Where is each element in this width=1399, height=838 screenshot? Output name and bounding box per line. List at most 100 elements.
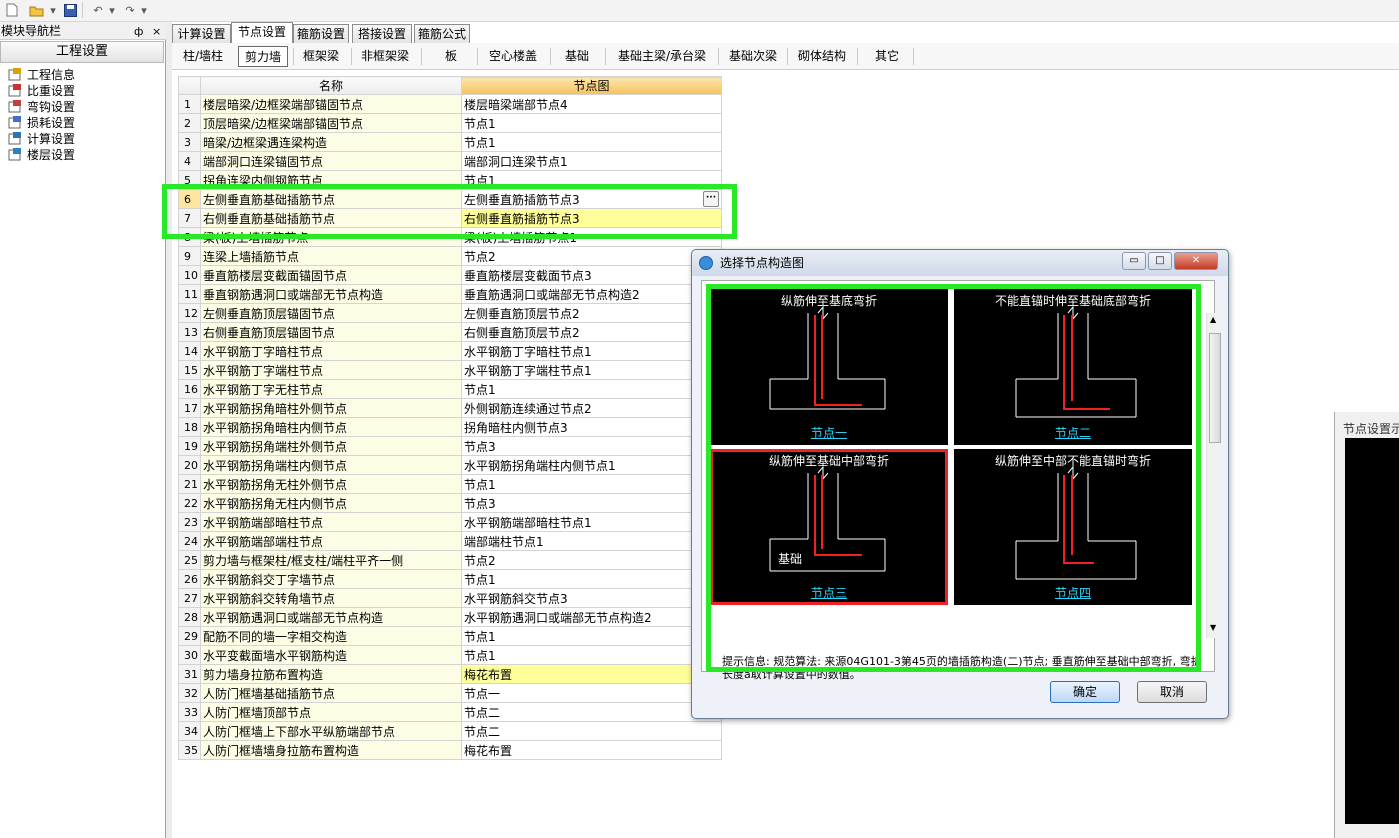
row-number[interactable]: 25 xyxy=(178,550,201,570)
cell-node[interactable]: 节点1 xyxy=(461,132,722,152)
nav-item[interactable]: 比重设置 xyxy=(8,82,75,98)
open-folder-icon[interactable] xyxy=(26,2,48,18)
cell-node[interactable]: 节点一 xyxy=(461,683,722,703)
cell-node[interactable]: 节点3 xyxy=(461,493,722,513)
cell-node[interactable]: 梅花布置 xyxy=(461,740,722,760)
cell-name[interactable]: 水平钢筋遇洞口或端部无节点构造 xyxy=(200,607,462,627)
table-row[interactable]: 24 水平钢筋端部端柱节点 端部端柱节点1 xyxy=(178,531,722,551)
table-row[interactable]: 21 水平钢筋拐角无柱外侧节点 节点1 xyxy=(178,474,722,494)
row-number[interactable]: 1 xyxy=(178,94,201,114)
tab-node-settings[interactable]: 节点设置 xyxy=(231,22,293,43)
table-row[interactable]: 4 端部洞口连梁锚固节点 端部洞口连梁节点1 xyxy=(178,151,722,171)
row-number[interactable]: 17 xyxy=(178,398,201,418)
maximize-icon[interactable]: □ xyxy=(1148,252,1172,270)
cell-name[interactable]: 右侧垂直筋顶层锚固节点 xyxy=(200,322,462,342)
cell-node[interactable]: 节点1 xyxy=(461,379,722,399)
table-row[interactable]: 28 水平钢筋遇洞口或端部无节点构造 水平钢筋遇洞口或端部无节点构造2 xyxy=(178,607,722,627)
cell-name[interactable]: 水平变截面墙水平钢筋构造 xyxy=(200,645,462,665)
scroll-up-icon[interactable]: ▲ xyxy=(1210,315,1216,324)
table-row[interactable]: 23 水平钢筋端部暗柱节点 水平钢筋端部暗柱节点1 xyxy=(178,512,722,532)
subtab-hollow-floor[interactable]: 空心楼盖 xyxy=(484,46,542,67)
subtab-masonry[interactable]: 砌体结构 xyxy=(794,46,850,67)
cell-node[interactable]: 端部洞口连梁节点1 xyxy=(461,151,722,171)
tab-calc-settings[interactable]: 计算设置 xyxy=(172,24,231,43)
table-row[interactable]: 11 垂直钢筋遇洞口或端部无节点构造 垂直筋遇洞口或端部无节点构造2 xyxy=(178,284,722,304)
table-row[interactable]: 2 顶层暗梁/边框梁端部锚固节点 节点1 xyxy=(178,113,722,133)
cell-node[interactable]: 节点1 xyxy=(461,113,722,133)
cell-node[interactable]: 节点二 xyxy=(461,721,722,741)
table-row[interactable]: 12 左侧垂直筋顶层锚固节点 左侧垂直筋顶层节点2 xyxy=(178,303,722,323)
cell-node[interactable]: 左侧垂直筋顶层节点2 xyxy=(461,303,722,323)
column-header-node[interactable]: 节点图 xyxy=(461,76,722,95)
row-number[interactable]: 9 xyxy=(178,246,201,266)
row-number[interactable]: 18 xyxy=(178,417,201,437)
table-row[interactable]: 1 楼层暗梁/边框梁端部锚固节点 楼层暗梁端部节点4 xyxy=(178,94,722,114)
nav-item[interactable]: 损耗设置 xyxy=(8,114,75,130)
cell-node[interactable]: 水平钢筋端部暗柱节点1 xyxy=(461,512,722,532)
cell-name[interactable]: 楼层暗梁/边框梁端部锚固节点 xyxy=(200,94,462,114)
row-number[interactable]: 24 xyxy=(178,531,201,551)
cell-name[interactable]: 水平钢筋拐角端柱外侧节点 xyxy=(200,436,462,456)
table-row[interactable]: 31 剪力墙身拉筋布置构造 梅花布置 xyxy=(178,664,722,684)
cell-name[interactable]: 剪力墙身拉筋布置构造 xyxy=(200,664,462,684)
row-number[interactable]: 13 xyxy=(178,322,201,342)
close-icon[interactable]: ✕ xyxy=(1174,252,1218,270)
tab-stirrup-settings[interactable]: 箍筋设置 xyxy=(293,24,349,43)
row-number[interactable]: 10 xyxy=(178,265,201,285)
subtab-nonframe-beam[interactable]: 非框架梁 xyxy=(354,46,416,67)
row-number[interactable]: 14 xyxy=(178,341,201,361)
cell-name[interactable]: 水平钢筋端部端柱节点 xyxy=(200,531,462,551)
row-number[interactable]: 3 xyxy=(178,132,201,152)
cell-node[interactable]: 梅花布置 xyxy=(461,664,722,684)
cell-name[interactable]: 人防门框墙基础插筋节点 xyxy=(200,683,462,703)
nav-item[interactable]: 弯钩设置 xyxy=(8,98,75,114)
cancel-button[interactable]: 取消 xyxy=(1137,681,1207,703)
table-row[interactable]: 30 水平变截面墙水平钢筋构造 节点1 xyxy=(178,645,722,665)
pin-icon[interactable]: ф xyxy=(134,23,143,41)
cell-node[interactable]: 拐角暗柱内侧节点3 xyxy=(461,417,722,437)
undo-dropdown-icon[interactable]: ▾ xyxy=(108,2,116,18)
subtab-column[interactable]: 柱/墙柱 xyxy=(178,46,228,67)
tab-stirrup-formula[interactable]: 箍筋公式 xyxy=(414,24,470,43)
table-row[interactable]: 29 配筋不同的墙一字相交构造 节点1 xyxy=(178,626,722,646)
table-row[interactable]: 3 暗梁/边框梁遇连梁构造 节点1 xyxy=(178,132,722,152)
tab-lap-settings[interactable]: 搭接设置 xyxy=(352,24,412,43)
cell-name[interactable]: 水平钢筋斜交丁字墙节点 xyxy=(200,569,462,589)
cell-name[interactable]: 左侧垂直筋顶层锚固节点 xyxy=(200,303,462,323)
ok-button[interactable]: 确定 xyxy=(1050,681,1120,703)
subtab-slab[interactable]: 板 xyxy=(434,46,468,67)
cell-name[interactable]: 水平钢筋端部暗柱节点 xyxy=(200,512,462,532)
cell-node[interactable]: 节点2 xyxy=(461,246,722,266)
table-row[interactable]: 10 垂直筋楼层变截面锚固节点 垂直筋楼层变截面节点3 xyxy=(178,265,722,285)
table-row[interactable]: 19 水平钢筋拐角端柱外侧节点 节点3 xyxy=(178,436,722,456)
table-row[interactable]: 25 剪力墙与框架柱/框支柱/端柱平齐一侧 节点2 xyxy=(178,550,722,570)
row-number[interactable]: 22 xyxy=(178,493,201,513)
row-number[interactable]: 16 xyxy=(178,379,201,399)
cell-name[interactable]: 配筋不同的墙一字相交构造 xyxy=(200,626,462,646)
row-number[interactable]: 27 xyxy=(178,588,201,608)
row-number[interactable]: 33 xyxy=(178,702,201,722)
table-row[interactable]: 26 水平钢筋斜交丁字墙节点 节点1 xyxy=(178,569,722,589)
row-number[interactable]: 32 xyxy=(178,683,201,703)
cell-name[interactable]: 顶层暗梁/边框梁端部锚固节点 xyxy=(200,113,462,133)
row-number[interactable]: 19 xyxy=(178,436,201,456)
table-row[interactable]: 18 水平钢筋拐角暗柱内侧节点 拐角暗柱内侧节点3 xyxy=(178,417,722,437)
subtab-foundation[interactable]: 基础 xyxy=(558,46,596,67)
row-number[interactable]: 20 xyxy=(178,455,201,475)
close-icon[interactable]: × xyxy=(152,23,161,41)
row-number[interactable]: 11 xyxy=(178,284,201,304)
cell-node[interactable]: 节点1 xyxy=(461,626,722,646)
table-row[interactable]: 35 人防门框墙墙身拉筋布置构造 梅花布置 xyxy=(178,740,722,760)
cell-name[interactable]: 人防门框墙顶部节点 xyxy=(200,702,462,722)
cell-name[interactable]: 暗梁/边框梁遇连梁构造 xyxy=(200,132,462,152)
subtab-foundation-secondary-beam[interactable]: 基础次梁 xyxy=(725,46,781,67)
row-number[interactable]: 4 xyxy=(178,151,201,171)
nav-item[interactable]: 工程信息 xyxy=(8,66,75,82)
subtab-foundation-main-beam[interactable]: 基础主梁/承台梁 xyxy=(613,46,711,67)
cell-node[interactable]: 水平钢筋斜交节点3 xyxy=(461,588,722,608)
dialog-scrollbar[interactable]: ▲ ▼ xyxy=(1206,313,1222,638)
row-number[interactable]: 15 xyxy=(178,360,201,380)
cell-node[interactable]: 节点3 xyxy=(461,436,722,456)
new-file-icon[interactable] xyxy=(4,2,20,18)
cell-node[interactable]: 水平钢筋丁字端柱节点1 xyxy=(461,360,722,380)
